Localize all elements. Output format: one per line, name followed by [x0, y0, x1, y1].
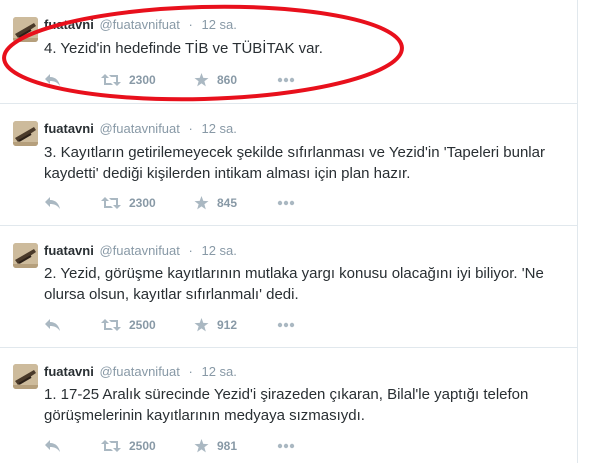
author-handle[interactable]: @fuatavnifuat	[99, 121, 179, 136]
author-handle[interactable]: @fuatavnifuat	[99, 17, 179, 32]
tweet-time[interactable]: 12 sa.	[201, 364, 236, 379]
retweet-button[interactable]: 2500	[101, 438, 156, 454]
author-name[interactable]: fuatavni	[44, 17, 94, 32]
author-name[interactable]: fuatavni	[44, 121, 94, 136]
tweet[interactable]: fuatavni @fuatavnifuat · 12 sa. 1. 17-25…	[0, 348, 577, 463]
tweet[interactable]: fuatavni @fuatavnifuat · 12 sa. 4. Yezid…	[0, 0, 577, 103]
retweet-icon	[101, 318, 121, 332]
reply-icon	[44, 196, 61, 210]
retweet-button[interactable]: 2300	[101, 195, 156, 211]
author-name[interactable]: fuatavni	[44, 243, 94, 258]
avatar[interactable]	[13, 121, 38, 146]
retweet-icon	[101, 196, 121, 210]
avatar[interactable]	[13, 364, 38, 389]
retweet-count: 2300	[129, 196, 156, 210]
tweet[interactable]: fuatavni @fuatavnifuat · 12 sa. 2. Yezid…	[0, 226, 577, 347]
favorite-button[interactable]: 860	[194, 72, 237, 88]
retweet-icon	[101, 439, 121, 453]
star-icon	[194, 439, 209, 453]
favorite-count: 845	[217, 196, 238, 210]
separator: ·	[188, 364, 193, 379]
more-button[interactable]	[277, 72, 295, 88]
avatar[interactable]	[13, 243, 38, 268]
more-button[interactable]	[277, 317, 295, 333]
tweet-header: fuatavni @fuatavnifuat · 12 sa.	[44, 364, 237, 380]
tweet-timeline: fuatavni @fuatavnifuat · 12 sa. 4. Yezid…	[0, 0, 577, 463]
more-button[interactable]	[277, 195, 295, 211]
tweet-header: fuatavni @fuatavnifuat · 12 sa.	[44, 17, 237, 33]
more-icon	[277, 77, 295, 83]
retweet-count: 2300	[129, 73, 156, 87]
more-button[interactable]	[277, 438, 295, 454]
retweet-button[interactable]: 2300	[101, 72, 156, 88]
favorite-count: 981	[217, 439, 238, 453]
star-icon	[194, 318, 209, 332]
retweet-count: 2500	[129, 318, 156, 332]
more-icon	[277, 322, 295, 328]
tweet-text: 4. Yezid'in hedefinde TİB ve TÜBİTAK var…	[44, 40, 323, 57]
author-name[interactable]: fuatavni	[44, 364, 94, 379]
tweet-text: 1. 17-25 Aralık sürecinde Yezid'i şiraze…	[44, 386, 529, 424]
retweet-count: 2500	[129, 439, 156, 453]
reply-button[interactable]	[44, 72, 61, 88]
more-icon	[277, 200, 295, 206]
reply-button[interactable]	[44, 195, 61, 211]
reply-icon	[44, 439, 61, 453]
favorite-count: 912	[217, 318, 238, 332]
timeline-border	[577, 0, 578, 463]
author-handle[interactable]: @fuatavnifuat	[99, 243, 179, 258]
tweet-time[interactable]: 12 sa.	[201, 121, 236, 136]
reply-button[interactable]	[44, 438, 61, 454]
author-handle[interactable]: @fuatavnifuat	[99, 364, 179, 379]
tweet-header: fuatavni @fuatavnifuat · 12 sa.	[44, 121, 237, 137]
tweet-time[interactable]: 12 sa.	[201, 17, 236, 32]
retweet-icon	[101, 73, 121, 87]
tweet-header: fuatavni @fuatavnifuat · 12 sa.	[44, 243, 237, 259]
tweet-time[interactable]: 12 sa.	[201, 243, 236, 258]
reply-button[interactable]	[44, 317, 61, 333]
favorite-button[interactable]: 912	[194, 317, 237, 333]
reply-icon	[44, 73, 61, 87]
star-icon	[194, 73, 209, 87]
more-icon	[277, 443, 295, 449]
reply-icon	[44, 318, 61, 332]
tweet[interactable]: fuatavni @fuatavnifuat · 12 sa. 3. Kayıt…	[0, 104, 577, 225]
avatar[interactable]	[13, 17, 38, 42]
separator: ·	[188, 243, 193, 258]
separator: ·	[188, 121, 193, 136]
tweet-text: 2. Yezid, görüşme kayıtlarının mutlaka y…	[44, 265, 544, 303]
favorite-button[interactable]: 981	[194, 438, 237, 454]
favorite-button[interactable]: 845	[194, 195, 237, 211]
favorite-count: 860	[217, 73, 238, 87]
separator: ·	[188, 17, 193, 32]
retweet-button[interactable]: 2500	[101, 317, 156, 333]
tweet-text: 3. Kayıtların getirilemeyecek şekilde sı…	[44, 144, 545, 182]
star-icon	[194, 196, 209, 210]
